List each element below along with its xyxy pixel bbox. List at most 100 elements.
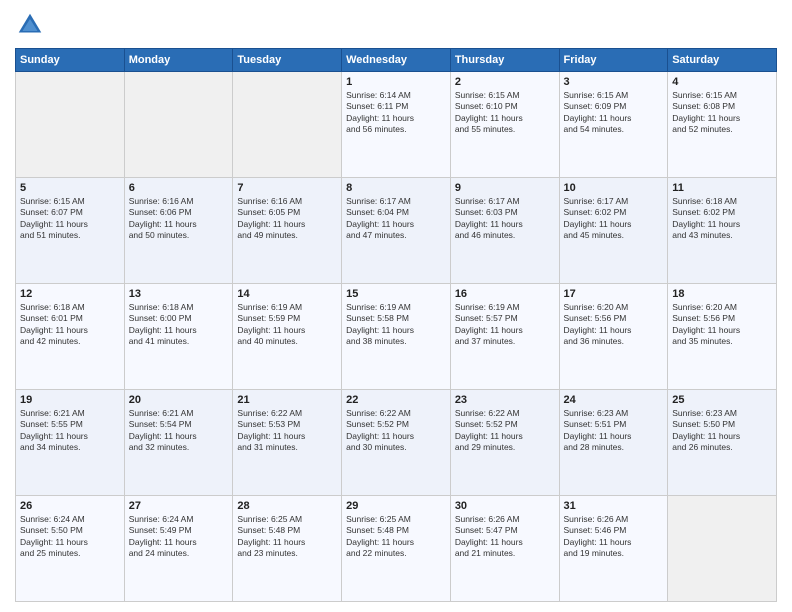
logo-icon [15, 10, 45, 40]
day-number: 5 [20, 182, 120, 194]
cell-info: Sunrise: 6:17 AM Sunset: 6:03 PM Dayligh… [455, 196, 555, 242]
day-number: 17 [564, 288, 664, 300]
day-number: 30 [455, 500, 555, 512]
cell-info: Sunrise: 6:19 AM Sunset: 5:57 PM Dayligh… [455, 302, 555, 348]
page: SundayMondayTuesdayWednesdayThursdayFrid… [0, 0, 792, 612]
cell-info: Sunrise: 6:22 AM Sunset: 5:53 PM Dayligh… [237, 408, 337, 454]
weekday-header-row: SundayMondayTuesdayWednesdayThursdayFrid… [16, 49, 777, 72]
day-number: 16 [455, 288, 555, 300]
weekday-header-friday: Friday [559, 49, 668, 72]
calendar-cell: 2 Sunrise: 6:15 AM Sunset: 6:10 PM Daylig… [450, 72, 559, 178]
calendar-cell: 8 Sunrise: 6:17 AM Sunset: 6:04 PM Daylig… [342, 178, 451, 284]
day-number: 14 [237, 288, 337, 300]
day-number: 19 [20, 394, 120, 406]
calendar-cell: 22 Sunrise: 6:22 AM Sunset: 5:52 PM Dayli… [342, 390, 451, 496]
day-number: 12 [20, 288, 120, 300]
day-number: 1 [346, 76, 446, 88]
day-number: 20 [129, 394, 229, 406]
cell-info: Sunrise: 6:24 AM Sunset: 5:49 PM Dayligh… [129, 514, 229, 560]
weekday-header-wednesday: Wednesday [342, 49, 451, 72]
header [15, 10, 777, 40]
cell-info: Sunrise: 6:17 AM Sunset: 6:04 PM Dayligh… [346, 196, 446, 242]
cell-info: Sunrise: 6:20 AM Sunset: 5:56 PM Dayligh… [672, 302, 772, 348]
weekday-header-sunday: Sunday [16, 49, 125, 72]
cell-info: Sunrise: 6:26 AM Sunset: 5:47 PM Dayligh… [455, 514, 555, 560]
day-number: 21 [237, 394, 337, 406]
calendar-cell: 18 Sunrise: 6:20 AM Sunset: 5:56 PM Dayli… [668, 284, 777, 390]
cell-info: Sunrise: 6:23 AM Sunset: 5:51 PM Dayligh… [564, 408, 664, 454]
day-number: 25 [672, 394, 772, 406]
cell-info: Sunrise: 6:15 AM Sunset: 6:08 PM Dayligh… [672, 90, 772, 136]
cell-info: Sunrise: 6:18 AM Sunset: 6:00 PM Dayligh… [129, 302, 229, 348]
calendar-cell: 24 Sunrise: 6:23 AM Sunset: 5:51 PM Dayli… [559, 390, 668, 496]
day-number: 29 [346, 500, 446, 512]
calendar-cell: 13 Sunrise: 6:18 AM Sunset: 6:00 PM Dayli… [124, 284, 233, 390]
calendar-cell: 29 Sunrise: 6:25 AM Sunset: 5:48 PM Dayli… [342, 496, 451, 602]
cell-info: Sunrise: 6:16 AM Sunset: 6:06 PM Dayligh… [129, 196, 229, 242]
day-number: 2 [455, 76, 555, 88]
calendar-cell: 10 Sunrise: 6:17 AM Sunset: 6:02 PM Dayli… [559, 178, 668, 284]
calendar-cell: 19 Sunrise: 6:21 AM Sunset: 5:55 PM Dayli… [16, 390, 125, 496]
weekday-header-thursday: Thursday [450, 49, 559, 72]
cell-info: Sunrise: 6:20 AM Sunset: 5:56 PM Dayligh… [564, 302, 664, 348]
week-row-5: 26 Sunrise: 6:24 AM Sunset: 5:50 PM Dayli… [16, 496, 777, 602]
calendar-cell: 6 Sunrise: 6:16 AM Sunset: 6:06 PM Daylig… [124, 178, 233, 284]
cell-info: Sunrise: 6:22 AM Sunset: 5:52 PM Dayligh… [455, 408, 555, 454]
cell-info: Sunrise: 6:26 AM Sunset: 5:46 PM Dayligh… [564, 514, 664, 560]
day-number: 13 [129, 288, 229, 300]
day-number: 18 [672, 288, 772, 300]
weekday-header-monday: Monday [124, 49, 233, 72]
calendar-cell: 1 Sunrise: 6:14 AM Sunset: 6:11 PM Daylig… [342, 72, 451, 178]
calendar-cell: 31 Sunrise: 6:26 AM Sunset: 5:46 PM Dayli… [559, 496, 668, 602]
day-number: 10 [564, 182, 664, 194]
cell-info: Sunrise: 6:24 AM Sunset: 5:50 PM Dayligh… [20, 514, 120, 560]
calendar-cell: 27 Sunrise: 6:24 AM Sunset: 5:49 PM Dayli… [124, 496, 233, 602]
day-number: 31 [564, 500, 664, 512]
calendar-cell [668, 496, 777, 602]
cell-info: Sunrise: 6:15 AM Sunset: 6:10 PM Dayligh… [455, 90, 555, 136]
cell-info: Sunrise: 6:14 AM Sunset: 6:11 PM Dayligh… [346, 90, 446, 136]
cell-info: Sunrise: 6:25 AM Sunset: 5:48 PM Dayligh… [237, 514, 337, 560]
day-number: 9 [455, 182, 555, 194]
calendar-table: SundayMondayTuesdayWednesdayThursdayFrid… [15, 48, 777, 602]
calendar-cell: 28Sunrise: 6:25 AM Sunset: 5:48 PM Dayli… [233, 496, 342, 602]
cell-info: Sunrise: 6:18 AM Sunset: 6:02 PM Dayligh… [672, 196, 772, 242]
week-row-3: 12 Sunrise: 6:18 AM Sunset: 6:01 PM Dayli… [16, 284, 777, 390]
week-row-2: 5 Sunrise: 6:15 AM Sunset: 6:07 PM Daylig… [16, 178, 777, 284]
calendar-cell: 7 Sunrise: 6:16 AM Sunset: 6:05 PM Daylig… [233, 178, 342, 284]
calendar-cell: 9 Sunrise: 6:17 AM Sunset: 6:03 PM Daylig… [450, 178, 559, 284]
calendar-cell: 4Sunrise: 6:15 AM Sunset: 6:08 PM Daylig… [668, 72, 777, 178]
cell-info: Sunrise: 6:25 AM Sunset: 5:48 PM Dayligh… [346, 514, 446, 560]
calendar-cell: 16 Sunrise: 6:19 AM Sunset: 5:57 PM Dayli… [450, 284, 559, 390]
cell-info: Sunrise: 6:23 AM Sunset: 5:50 PM Dayligh… [672, 408, 772, 454]
cell-info: Sunrise: 6:22 AM Sunset: 5:52 PM Dayligh… [346, 408, 446, 454]
cell-info: Sunrise: 6:21 AM Sunset: 5:55 PM Dayligh… [20, 408, 120, 454]
day-number: 24 [564, 394, 664, 406]
calendar-cell: 26 Sunrise: 6:24 AM Sunset: 5:50 PM Dayli… [16, 496, 125, 602]
day-number: 7 [237, 182, 337, 194]
cell-info: Sunrise: 6:18 AM Sunset: 6:01 PM Dayligh… [20, 302, 120, 348]
calendar-cell: 14Sunrise: 6:19 AM Sunset: 5:59 PM Dayli… [233, 284, 342, 390]
day-number: 8 [346, 182, 446, 194]
day-number: 27 [129, 500, 229, 512]
cell-info: Sunrise: 6:15 AM Sunset: 6:07 PM Dayligh… [20, 196, 120, 242]
cell-info: Sunrise: 6:17 AM Sunset: 6:02 PM Dayligh… [564, 196, 664, 242]
calendar-cell [16, 72, 125, 178]
calendar-cell: 30 Sunrise: 6:26 AM Sunset: 5:47 PM Dayli… [450, 496, 559, 602]
calendar-cell: 21 Sunrise: 6:22 AM Sunset: 5:53 PM Dayli… [233, 390, 342, 496]
day-number: 3 [564, 76, 664, 88]
calendar-cell: 23 Sunrise: 6:22 AM Sunset: 5:52 PM Dayli… [450, 390, 559, 496]
cell-info: Sunrise: 6:16 AM Sunset: 6:05 PM Dayligh… [237, 196, 337, 242]
week-row-4: 19 Sunrise: 6:21 AM Sunset: 5:55 PM Dayli… [16, 390, 777, 496]
day-number: 6 [129, 182, 229, 194]
day-number: 22 [346, 394, 446, 406]
cell-info: Sunrise: 6:15 AM Sunset: 6:09 PM Dayligh… [564, 90, 664, 136]
day-number: 26 [20, 500, 120, 512]
cell-info: Sunrise: 6:19 AM Sunset: 5:58 PM Dayligh… [346, 302, 446, 348]
day-number: 23 [455, 394, 555, 406]
logo [15, 10, 51, 40]
calendar-cell: 25 Sunrise: 6:23 AM Sunset: 5:50 PM Dayli… [668, 390, 777, 496]
calendar-cell: 20Sunrise: 6:21 AM Sunset: 5:54 PM Dayli… [124, 390, 233, 496]
weekday-header-saturday: Saturday [668, 49, 777, 72]
calendar-cell: 5 Sunrise: 6:15 AM Sunset: 6:07 PM Daylig… [16, 178, 125, 284]
